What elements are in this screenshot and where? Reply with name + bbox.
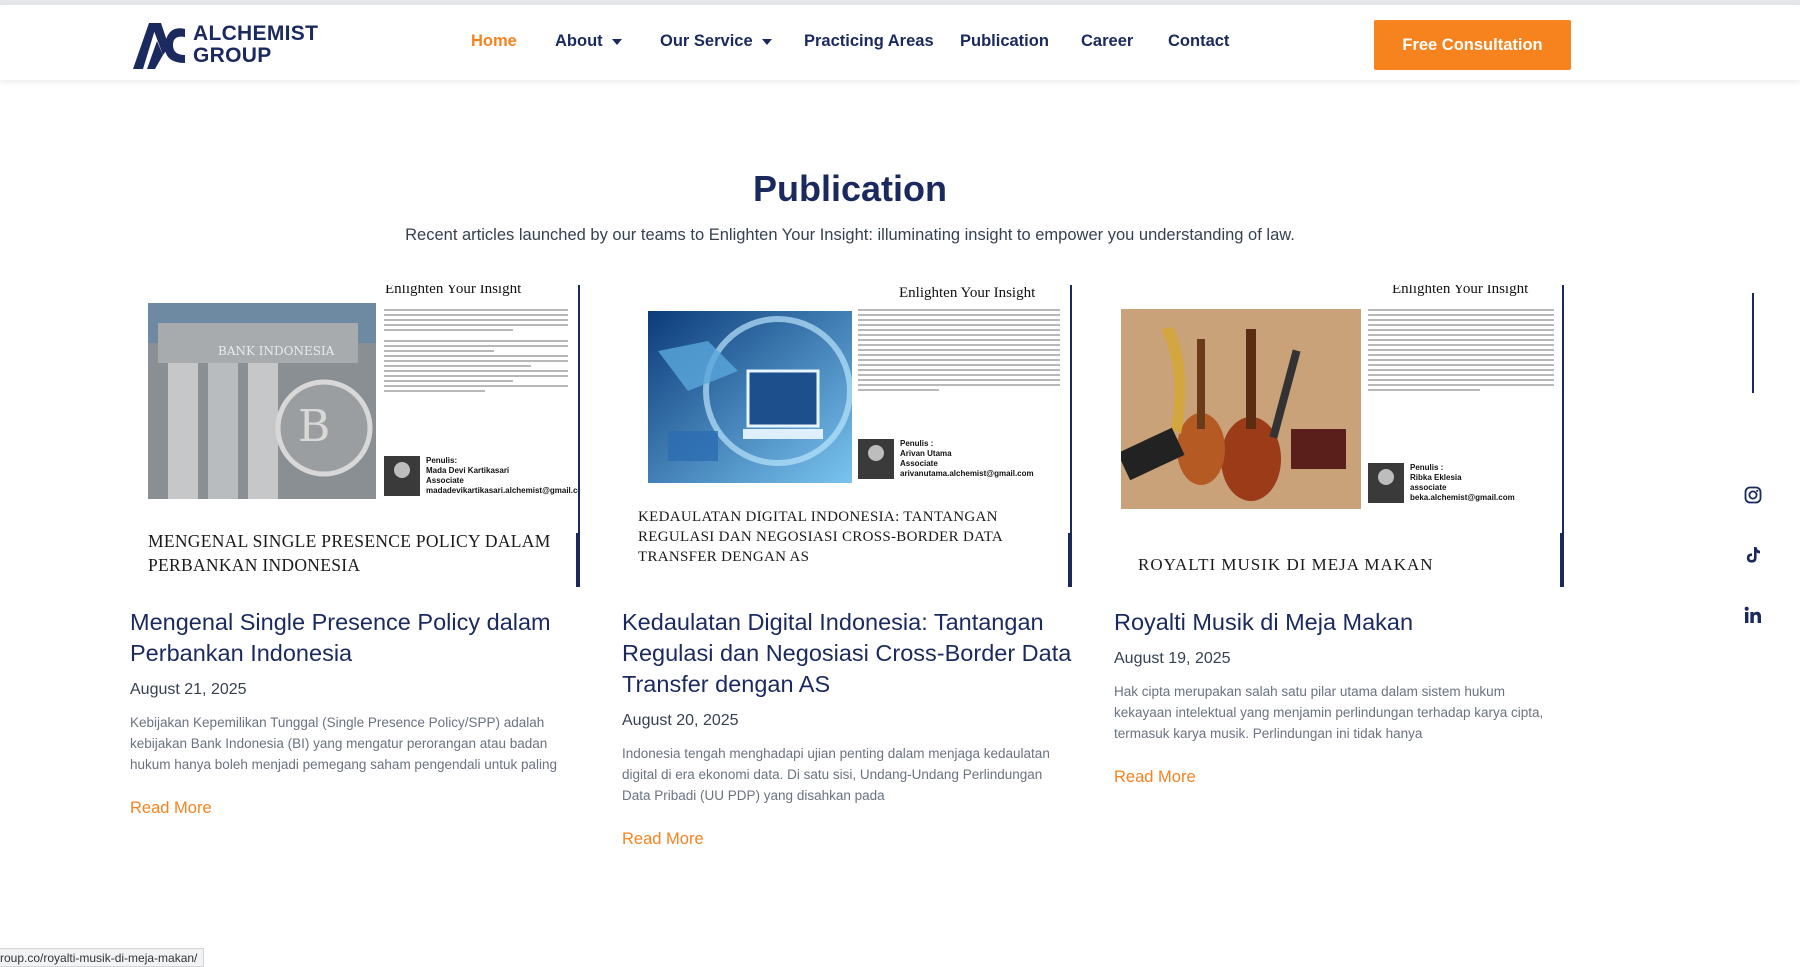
thumb-author-label: Penulis : xyxy=(1410,463,1444,472)
nav-career[interactable]: Career xyxy=(1081,32,1133,51)
thumb-author-name: Arivan Utama xyxy=(900,449,952,458)
logo-mark-icon xyxy=(133,23,185,69)
brand-name: ALCHEMIST GROUP xyxy=(193,23,318,67)
author-photo xyxy=(858,439,894,479)
tiktok-icon[interactable] xyxy=(1742,544,1764,566)
nav-contact-label: Contact xyxy=(1168,32,1230,50)
thumb-author-name: Mada Devi Kartikasari xyxy=(426,466,510,475)
post-thumbnail[interactable]: Enlighten Your Insight Penulis : Arivan … xyxy=(622,285,1072,587)
free-consultation-button[interactable]: Free Consultation xyxy=(1374,20,1571,70)
brand-logo[interactable]: ALCHEMIST GROUP xyxy=(131,17,326,73)
chevron-down-icon xyxy=(611,38,622,45)
post-excerpt: Indonesia tengah menghadapi ujian pentin… xyxy=(622,746,1050,803)
thumb-body-text xyxy=(858,309,1060,391)
brand-line-1: ALCHEMIST xyxy=(193,22,319,45)
chevron-down-icon xyxy=(761,38,772,45)
accent-bar xyxy=(1560,533,1562,587)
thumb-caption: MENGENAL SINGLE PRESENCE POLICY DALAM PE… xyxy=(148,531,551,575)
social-divider xyxy=(1752,293,1754,393)
post-thumbnail[interactable]: Enlighten Your Insight B BANK INDONESIA … xyxy=(130,285,580,587)
site-header: ALCHEMIST GROUP Home About Our Service P… xyxy=(0,5,1800,80)
thumb-author-role: associate xyxy=(1410,483,1447,492)
post-date: August 21, 2025 xyxy=(130,681,247,698)
post-date: August 20, 2025 xyxy=(622,712,739,729)
thumb-author-email: arivanutama.alchemist@gmail.com xyxy=(900,469,1034,478)
thumb-caption: KEDAULATAN DIGITAL INDONESIA: TANTANGAN … xyxy=(638,509,1003,565)
nav-our-service-label: Our Service xyxy=(660,32,753,50)
accent-bar xyxy=(576,533,578,587)
nav-practicing-areas-label: Practicing Areas xyxy=(804,32,934,50)
nav-practicing-areas[interactable]: Practicing Areas xyxy=(804,32,934,51)
nav-career-label: Career xyxy=(1081,32,1134,50)
read-more-link[interactable]: Read More xyxy=(622,830,704,849)
linkedin-icon[interactable] xyxy=(1742,604,1764,626)
svg-text:BANK INDONESIA: BANK INDONESIA xyxy=(218,344,335,358)
section-title: Publication xyxy=(752,168,947,209)
thumb-author-email: beka.alchemist@gmail.com xyxy=(1410,493,1515,502)
thumb-author-name: Ribka Eklesia xyxy=(1410,473,1462,482)
music-instruments-image xyxy=(1121,309,1361,509)
post-title[interactable]: Royalti Musik di Meja Makan xyxy=(1114,607,1564,638)
author-photo xyxy=(384,456,420,496)
section-subtitle: Recent articles launched by our teams to… xyxy=(405,226,1295,244)
thumb-header: Enlighten Your Insight xyxy=(899,285,1036,301)
nav-our-service[interactable]: Our Service xyxy=(660,32,772,51)
post-excerpt: Hak cipta merupakan salah satu pilar uta… xyxy=(1114,684,1544,741)
nav-contact[interactable]: Contact xyxy=(1168,32,1229,51)
nav-publication-label: Publication xyxy=(960,32,1049,50)
nav-about-label: About xyxy=(555,32,603,50)
read-more-link[interactable]: Read More xyxy=(130,799,212,818)
thumb-body-text xyxy=(384,309,568,392)
thumb-header: Enlighten Your Insight xyxy=(385,285,522,297)
digital-world-image xyxy=(648,311,852,483)
thumb-author: Penulis : Ribka Eklesia associate beka.a… xyxy=(1368,463,1515,503)
thumb-author-role: Associate xyxy=(900,459,938,468)
post-title[interactable]: Kedaulatan Digital Indonesia: Tantangan … xyxy=(622,607,1072,700)
read-more-link[interactable]: Read More xyxy=(1114,768,1196,787)
thumb-author-email: madadevikartikasari.alchemist@gmail.com xyxy=(426,486,580,495)
nav-home[interactable]: Home xyxy=(471,32,517,51)
thumb-author-label: Penulis : xyxy=(900,439,934,448)
nav-about[interactable]: About xyxy=(555,32,622,51)
post-date: August 19, 2025 xyxy=(1114,650,1231,667)
nav-publication[interactable]: Publication xyxy=(960,32,1049,51)
thumb-author: Penulis: Mada Devi Kartikasari Associate… xyxy=(384,456,580,496)
accent-bar xyxy=(1068,533,1070,587)
nav-home-label: Home xyxy=(471,32,517,50)
instagram-icon[interactable] xyxy=(1742,484,1764,506)
thumb-body-text xyxy=(1368,309,1554,391)
thumb-author: Penulis : Arivan Utama Associate arivanu… xyxy=(858,439,1034,479)
browser-status-bar: roup.co/royalti-musik-di-meja-makan/ xyxy=(0,948,205,967)
post-title[interactable]: Mengenal Single Presence Policy dalam Pe… xyxy=(130,607,580,669)
thumb-caption: ROYALTI MUSIK DI MEJA MAKAN xyxy=(1138,555,1434,574)
thumb-author-label: Penulis: xyxy=(426,456,458,465)
post-excerpt: Kebijakan Kepemilikan Tunggal (Single Pr… xyxy=(130,715,558,772)
post-thumbnail[interactable]: Enlighten Your Insight Penulis : Ribka E… xyxy=(1114,285,1564,587)
post-card: Enlighten Your Insight B BANK INDONESIA … xyxy=(130,285,580,818)
thumb-author-role: Associate xyxy=(426,476,464,485)
post-card: Enlighten Your Insight Penulis : Arivan … xyxy=(622,285,1072,849)
author-photo xyxy=(1368,463,1404,503)
brand-line-2: GROUP xyxy=(193,44,272,67)
bank-building-image: B BANK INDONESIA xyxy=(148,303,376,499)
post-card: Enlighten Your Insight Penulis : Ribka E… xyxy=(1114,285,1564,787)
svg-text:B: B xyxy=(298,401,330,452)
thumb-header: Enlighten Your Insight xyxy=(1392,285,1529,297)
